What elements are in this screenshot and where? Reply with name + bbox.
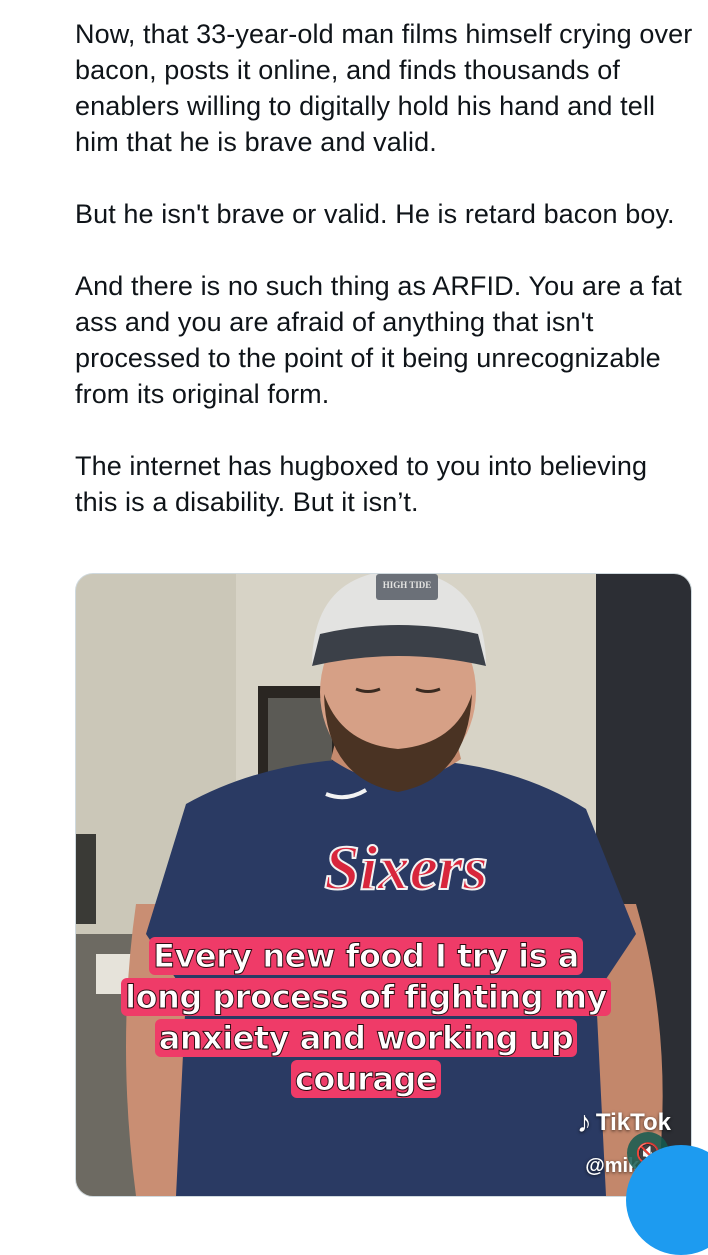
tweet-paragraph: Now, that 33-year-old man films himself …	[75, 19, 693, 157]
video-frame: HIGH TIDE Sixers	[76, 574, 691, 1196]
tiktok-brand: TikTok	[595, 1109, 671, 1136]
tweet-text: Now, that 33-year-old man films himself …	[75, 16, 697, 520]
shirt-logo-text: Sixers	[324, 832, 488, 903]
tweet-paragraph: And there is no such thing as ARFID. You…	[75, 271, 682, 409]
tweet-paragraph: But he isn't brave or valid. He is retar…	[75, 199, 675, 229]
tweet-video[interactable]: HIGH TIDE Sixers Every new food I try is…	[75, 573, 692, 1197]
tweet-paragraph: The internet has hugboxed to you into be…	[75, 451, 648, 517]
cap-logo-text: HIGH TIDE	[383, 580, 432, 590]
video-caption: Every new food I try is a long process o…	[116, 936, 616, 1100]
tiktok-note-icon: ♪	[576, 1106, 592, 1139]
